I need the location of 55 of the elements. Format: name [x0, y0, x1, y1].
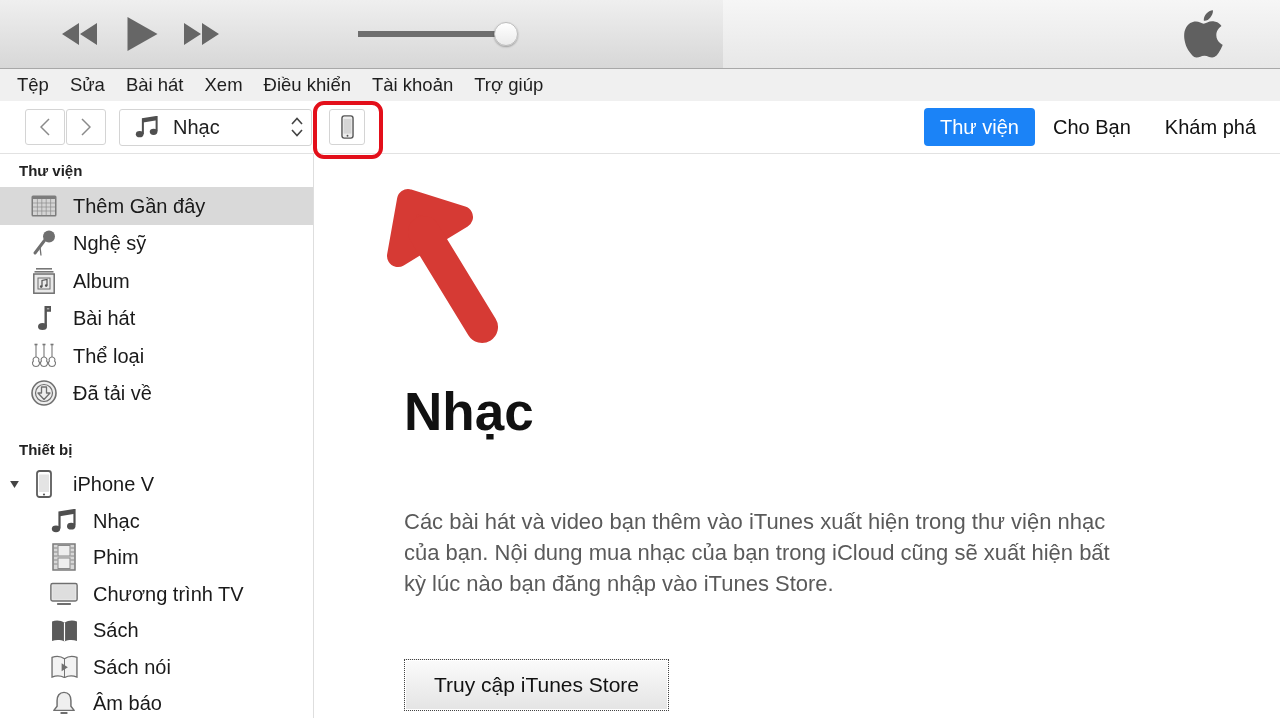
- sidebar-item[interactable]: Album: [0, 262, 313, 300]
- sidebar-item[interactable]: Chương trình TV: [0, 575, 313, 613]
- sidebar-item[interactable]: Sách nói: [0, 648, 313, 686]
- bell-icon: [52, 691, 76, 716]
- microphone-icon: [32, 230, 56, 257]
- sidebar-item[interactable]: Âm báo: [0, 685, 313, 718]
- phone-icon: [36, 470, 52, 499]
- phone-icon: [340, 115, 354, 140]
- menu-item[interactable]: Tài khoản: [372, 71, 454, 99]
- device-button[interactable]: [329, 109, 365, 146]
- sidebar-item[interactable]: Nhạc: [0, 502, 313, 540]
- callout-frame: [313, 101, 383, 159]
- book-play-icon: [50, 655, 78, 679]
- sidebar-item[interactable]: iPhone V: [0, 466, 313, 503]
- menu-item[interactable]: Bài hát: [125, 71, 184, 99]
- slider-thumb[interactable]: [494, 21, 518, 46]
- sidebar-item[interactable]: Bài hát: [0, 299, 313, 338]
- download-icon: [31, 380, 57, 407]
- store-button[interactable]: Truy cập iTunes Store: [404, 659, 669, 712]
- nav-tab[interactable]: Khám phá: [1148, 108, 1272, 147]
- page-title: Nhạc: [404, 381, 534, 443]
- menu-item[interactable]: Tệp: [17, 71, 49, 99]
- chevron-right-icon: [81, 118, 91, 137]
- music-notes-icon: [135, 116, 159, 139]
- media-picker[interactable]: Nhạc: [119, 108, 312, 146]
- sidebar-item[interactable]: Sách: [0, 612, 313, 649]
- music-note-icon: [37, 305, 51, 332]
- apple-icon: [1183, 9, 1223, 58]
- music-notes-icon: [51, 508, 77, 533]
- monitor-icon: [50, 581, 78, 606]
- sidebar-item[interactable]: Phim: [0, 539, 313, 576]
- sidebar-item[interactable]: Nghệ sỹ: [0, 224, 313, 263]
- book-icon: [50, 618, 78, 642]
- album-icon: [33, 267, 55, 294]
- rewind-icon[interactable]: [62, 22, 98, 45]
- sidebar-item[interactable]: Thêm Gần đây: [0, 187, 313, 225]
- nav-tab[interactable]: Cho Bạn: [1037, 108, 1147, 147]
- menu-item[interactable]: Xem: [204, 71, 243, 99]
- film-strip-icon: [52, 543, 76, 572]
- description-text: Các bài hát và video bạn thêm vào iTunes xuất hiện trong thư viện nhạc của bạn. Nội dung mua nhạc của bạn trong iCloud cũng sẽ xuất hiện bất kỳ lúc nào bạn đăng nhập vào iTunes Store.: [404, 508, 1111, 599]
- chevron-left-icon: [40, 118, 50, 137]
- sidebar-item[interactable]: Thể loại: [0, 337, 313, 375]
- menu-item[interactable]: Sửa: [69, 71, 105, 99]
- play-icon[interactable]: [127, 16, 158, 51]
- chevron-updown-icon: [291, 117, 303, 138]
- grid-icon: [31, 194, 57, 217]
- sidebar-item[interactable]: Đã tải về: [0, 374, 313, 413]
- menu-item[interactable]: Điều khiển: [263, 71, 351, 99]
- guitars-icon: [31, 342, 57, 369]
- nav-tab[interactable]: Thư viện: [924, 108, 1035, 147]
- disclosure-triangle-icon[interactable]: [10, 480, 19, 488]
- fast-forward-icon[interactable]: [183, 22, 219, 45]
- menu-item[interactable]: Trợ giúp: [474, 71, 544, 99]
- section-heading: Thư viện: [19, 162, 83, 180]
- section-heading: Thiết bị: [19, 441, 73, 459]
